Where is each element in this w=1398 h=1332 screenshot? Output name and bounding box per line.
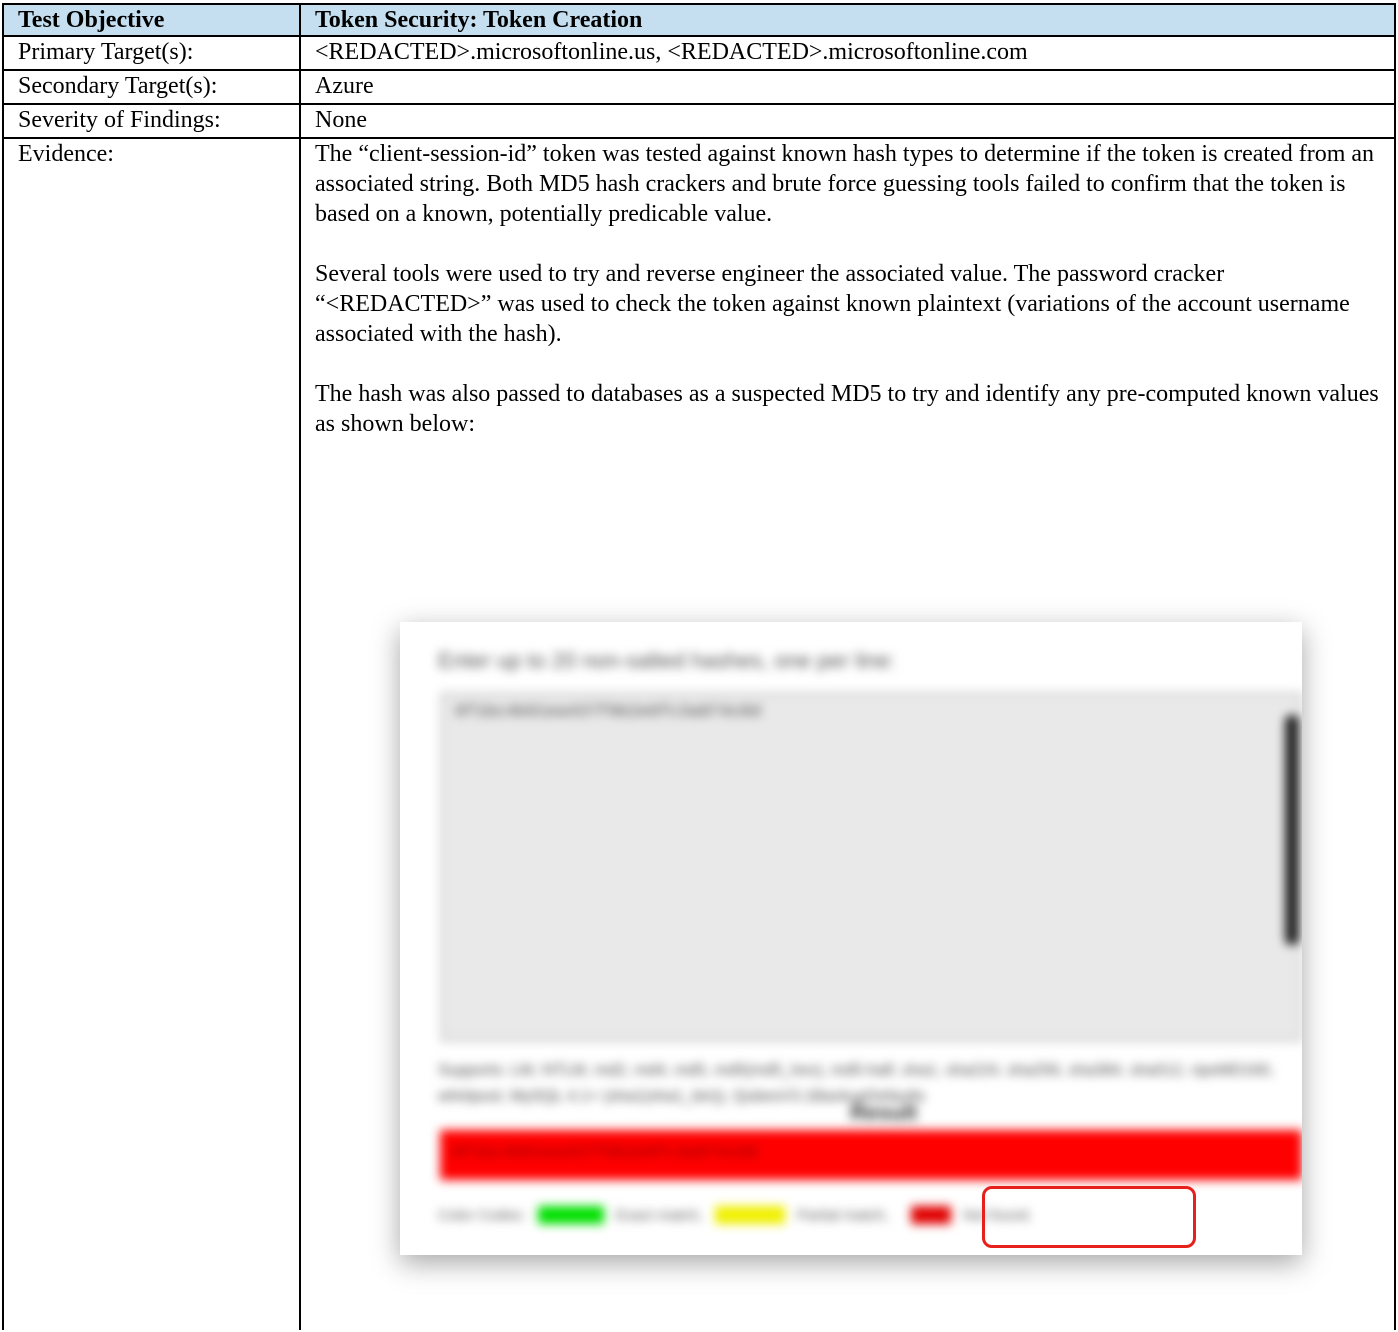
secondary-targets-value: Azure — [299, 69, 1396, 105]
legend-partial-match: Partial match, — [796, 1206, 889, 1224]
legend-swatch-green — [537, 1206, 604, 1225]
table-row-severity: Severity of Findings: None — [2, 103, 1396, 139]
evidence-label: Evidence: — [2, 137, 301, 1330]
textarea-scrollbar — [1285, 715, 1299, 945]
table-row-secondary-targets: Secondary Target(s): Azure — [2, 69, 1396, 105]
legend-label: Color Codes: — [438, 1206, 526, 1224]
blurred-screenshot-content: Enter up to 20 non-salted hashes, one pe… — [400, 622, 1302, 1255]
color-code-legend: Color Codes: Exact match, Partial match,… — [438, 1206, 1032, 1228]
evidence-paragraph-1: The “client-session-id” token was tested… — [315, 141, 1375, 227]
header-token-security: Token Security: Token Creation — [299, 3, 1396, 37]
secondary-targets-label: Secondary Target(s): — [2, 69, 301, 105]
result-heading: Result — [850, 1100, 918, 1125]
primary-targets-label: Primary Target(s): — [2, 35, 301, 71]
evidence-paragraph-3: The hash was also passed to databases as… — [315, 381, 1379, 437]
result-row-not-found: 8f1bc4b91ea437f9b2e6fc3a074c0d — [440, 1130, 1302, 1180]
hash-input-value: 8f1bc4b91ea437f9b2e6fc3a074c0d — [455, 703, 762, 722]
severity-value: None — [299, 103, 1396, 139]
header-test-objective: Test Objective — [2, 3, 301, 37]
severity-label: Severity of Findings: — [2, 103, 301, 139]
primary-targets-value: <REDACTED>.microsoftonline.us, <REDACTED… — [299, 35, 1396, 71]
not-found-highlight-box — [982, 1186, 1196, 1248]
legend-swatch-yellow — [714, 1206, 785, 1225]
table-header-row: Test Objective Token Security: Token Cre… — [2, 3, 1396, 37]
result-hash-value: 8f1bc4b91ea437f9b2e6fc3a074c0d — [452, 1144, 759, 1163]
legend-swatch-red — [910, 1206, 951, 1225]
table-row-primary-targets: Primary Target(s): <REDACTED>.microsofto… — [2, 35, 1396, 71]
legend-exact-match: Exact match, — [615, 1206, 703, 1224]
hash-lookup-screenshot: Enter up to 20 non-salted hashes, one pe… — [400, 622, 1302, 1255]
evidence-paragraph-2: Several tools were used to try and rever… — [315, 261, 1350, 347]
hash-input-textarea: 8f1bc4b91ea437f9b2e6fc3a074c0d — [440, 692, 1302, 1042]
hash-input-prompt: Enter up to 20 non-salted hashes, one pe… — [438, 648, 896, 673]
